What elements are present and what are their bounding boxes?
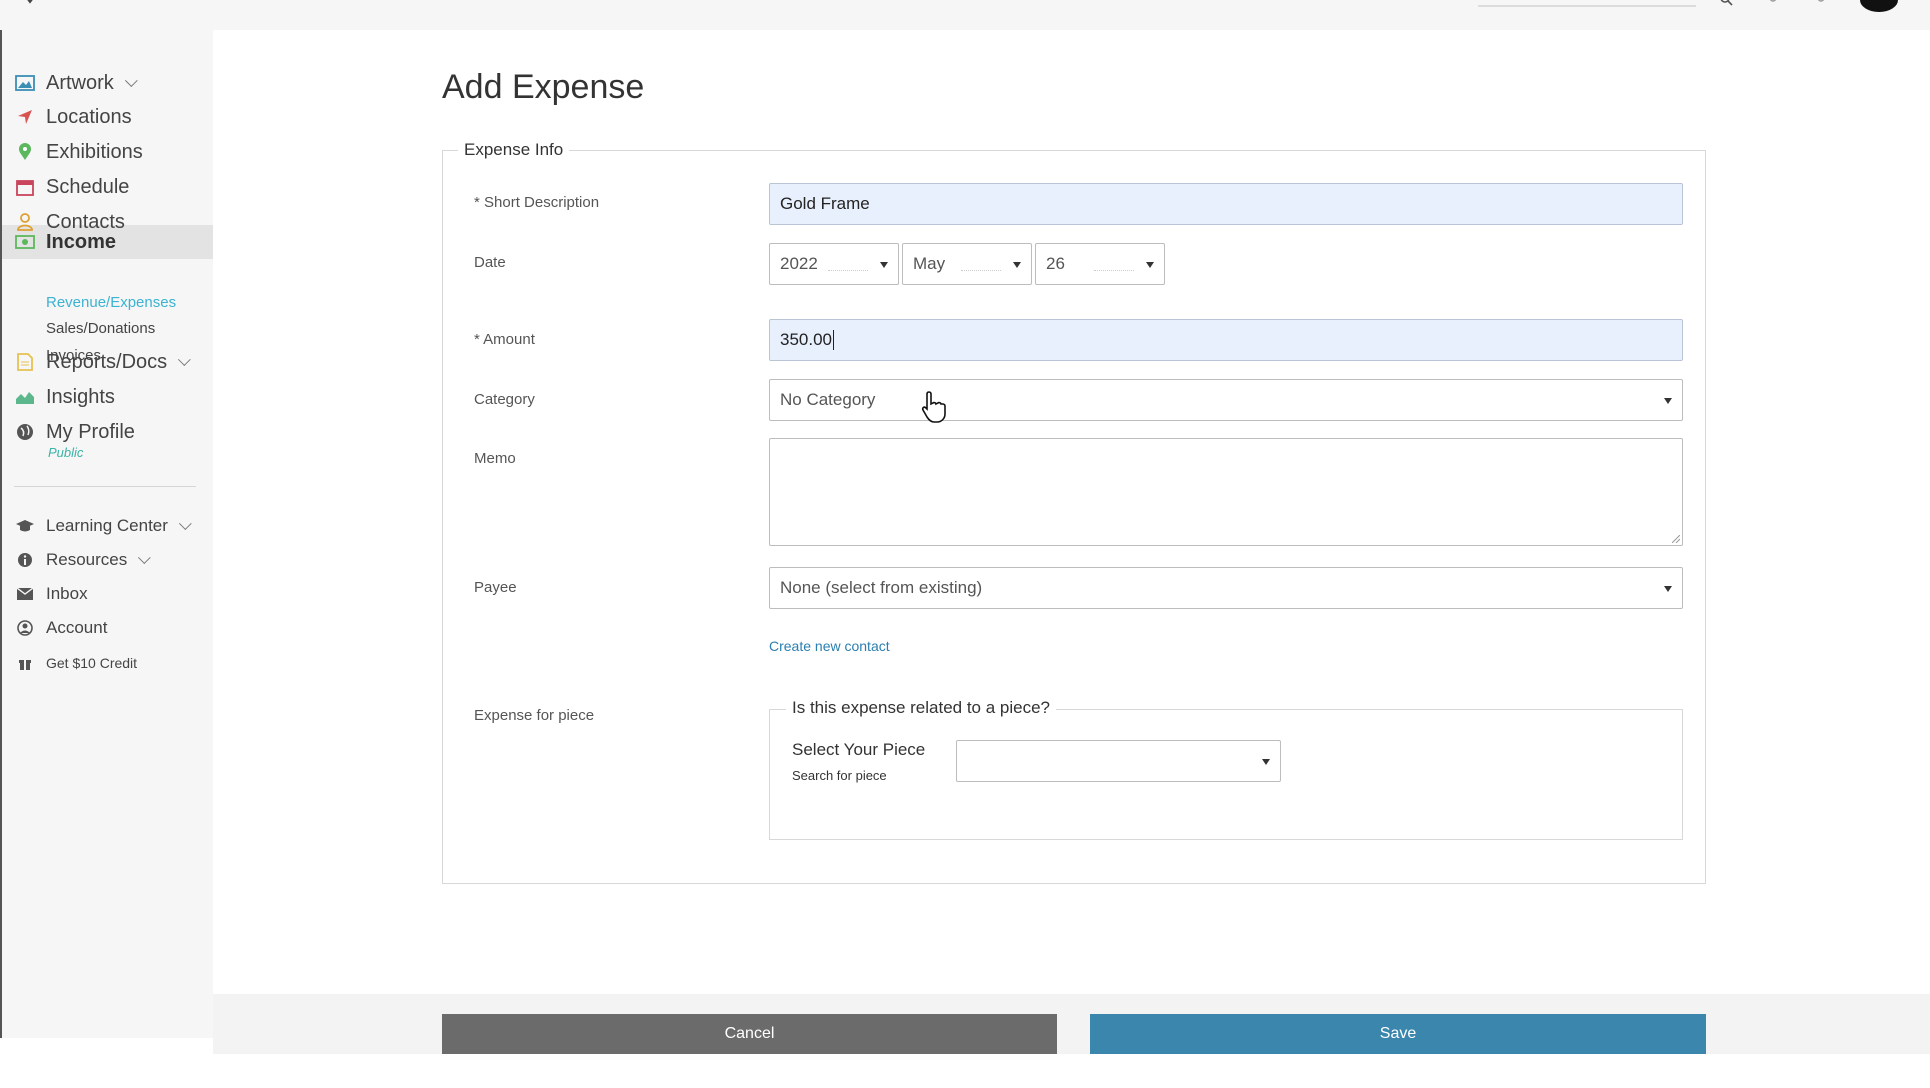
short-description-value: Gold Frame — [780, 194, 870, 213]
info-icon — [14, 550, 36, 570]
page-title: Add Expense — [442, 68, 645, 106]
resize-handle-icon[interactable] — [1672, 535, 1680, 543]
day-value: 26 — [1046, 254, 1065, 273]
year-select[interactable]: 2022 — [769, 243, 899, 285]
dotted-underline — [961, 270, 1001, 271]
caret-down-icon — [1664, 398, 1672, 404]
sidebar-item-label: Insights — [46, 385, 115, 408]
caret-down-icon — [1013, 262, 1021, 268]
sidebar-item-label: Get $10 Credit — [46, 655, 138, 671]
sidebar-item-label: Schedule — [46, 175, 130, 198]
sidebar-item-label: Inbox — [46, 584, 88, 603]
caret-down-icon — [1146, 262, 1154, 268]
date-label: Date — [474, 254, 506, 271]
chevron-down-icon — [178, 352, 191, 366]
sidebar-item-learning-center[interactable]: Learning Center — [14, 511, 192, 541]
piece-select[interactable] — [956, 740, 1281, 782]
category-select[interactable]: No Category — [769, 379, 1683, 421]
amount-value: 350.00 — [780, 330, 832, 349]
sidebar-item-inbox[interactable]: Inbox — [14, 579, 88, 609]
sidebar-item-label: Income — [46, 230, 117, 253]
save-button[interactable]: Save — [1090, 1014, 1706, 1054]
help-icon[interactable] — [1814, 0, 1828, 6]
top-bar — [0, 0, 1930, 30]
sidebar: Artwork Locations Exhibitions Schedule C… — [0, 30, 213, 1038]
select-piece-label: Select Your Piece — [792, 740, 926, 759]
sidebar-item-insights[interactable]: Insights — [14, 382, 115, 412]
dotted-underline — [1094, 270, 1134, 271]
logo-icon[interactable] — [22, 0, 38, 8]
envelope-icon — [14, 584, 36, 604]
sidebar-item-my-profile[interactable]: My Profile — [14, 417, 135, 447]
sidebar-item-label: Exhibitions — [46, 140, 143, 163]
search-input[interactable] — [1478, 5, 1696, 7]
chevron-down-icon — [178, 516, 192, 530]
month-value: May — [913, 254, 946, 273]
chevron-down-icon — [124, 73, 138, 87]
sidebar-item-income[interactable]: Income — [14, 227, 116, 257]
short-description-input[interactable]: Gold Frame — [769, 183, 1683, 225]
sidebar-item-schedule[interactable]: Schedule — [14, 172, 129, 202]
divider — [14, 486, 196, 487]
category-label: Category — [474, 391, 535, 408]
text-caret — [833, 330, 834, 350]
sidebar-item-reports-docs[interactable]: Reports/Docs — [14, 347, 191, 377]
sidebar-item-label: Artwork — [46, 71, 114, 94]
location-arrow-icon — [14, 107, 36, 127]
profile-visibility-tag[interactable]: Public — [48, 445, 83, 460]
sidebar-item-label: Account — [46, 618, 108, 637]
sidebar-item-locations[interactable]: Locations — [14, 102, 132, 132]
document-icon — [14, 352, 36, 372]
gift-icon — [14, 653, 36, 673]
money-icon — [14, 232, 36, 252]
sidebar-item-exhibitions[interactable]: Exhibitions — [14, 137, 143, 167]
map-pin-icon — [14, 142, 36, 162]
amount-label: * Amount — [474, 331, 535, 348]
category-value: No Category — [780, 390, 876, 409]
sidebar-item-artwork[interactable]: Artwork — [14, 68, 138, 98]
sidebar-item-get-credit[interactable]: Get $10 Credit — [14, 648, 137, 678]
sidebar-item-label: Resources — [46, 550, 128, 569]
piece-fieldset-legend: Is this expense related to a piece? — [786, 698, 1056, 718]
sidebar-item-account[interactable]: Account — [14, 613, 107, 643]
amount-input[interactable]: 350.00 — [769, 319, 1683, 361]
area-chart-icon — [14, 387, 36, 407]
sidebar-subitem-revenue-expenses[interactable]: Revenue/Expenses — [46, 294, 176, 311]
sidebar-item-label: Reports/Docs — [46, 350, 168, 373]
create-new-contact-link[interactable]: Create new contact — [769, 638, 890, 654]
caret-down-icon — [1664, 586, 1672, 592]
search-piece-hint: Search for piece — [792, 768, 887, 783]
sidebar-item-label: My Profile — [46, 420, 135, 443]
short-description-label: * Short Description — [474, 194, 600, 211]
memo-label: Memo — [474, 450, 516, 467]
month-select[interactable]: May — [902, 243, 1032, 285]
user-circle-icon — [14, 618, 36, 638]
calendar-icon — [14, 177, 36, 197]
caret-down-icon — [880, 262, 888, 268]
sidebar-item-resources[interactable]: Resources — [14, 545, 151, 575]
expense-info-legend: Expense Info — [458, 140, 570, 160]
dotted-underline — [828, 270, 868, 271]
payee-label: Payee — [474, 579, 517, 596]
sidebar-item-label: Locations — [46, 105, 132, 128]
sidebar-subitem-sales-donations[interactable]: Sales/Donations — [46, 320, 155, 337]
expense-for-piece-label: Expense for piece — [474, 707, 595, 724]
day-select[interactable]: 26 — [1035, 243, 1165, 285]
payee-value: None (select from existing) — [780, 578, 983, 597]
payee-select[interactable]: None (select from existing) — [769, 567, 1683, 609]
globe-icon — [14, 422, 36, 442]
cancel-button[interactable]: Cancel — [442, 1014, 1057, 1054]
graduation-cap-icon — [14, 516, 36, 536]
year-value: 2022 — [780, 254, 818, 273]
image-icon — [14, 73, 36, 93]
search-icon[interactable] — [1720, 0, 1734, 6]
avatar[interactable] — [1860, 0, 1898, 12]
hand-pointer-icon — [921, 391, 946, 423]
notifications-icon[interactable] — [1766, 0, 1780, 6]
chevron-down-icon — [138, 550, 151, 564]
sidebar-item-label: Learning Center — [46, 516, 168, 535]
memo-textarea[interactable] — [769, 438, 1683, 546]
caret-down-icon — [1262, 759, 1270, 765]
